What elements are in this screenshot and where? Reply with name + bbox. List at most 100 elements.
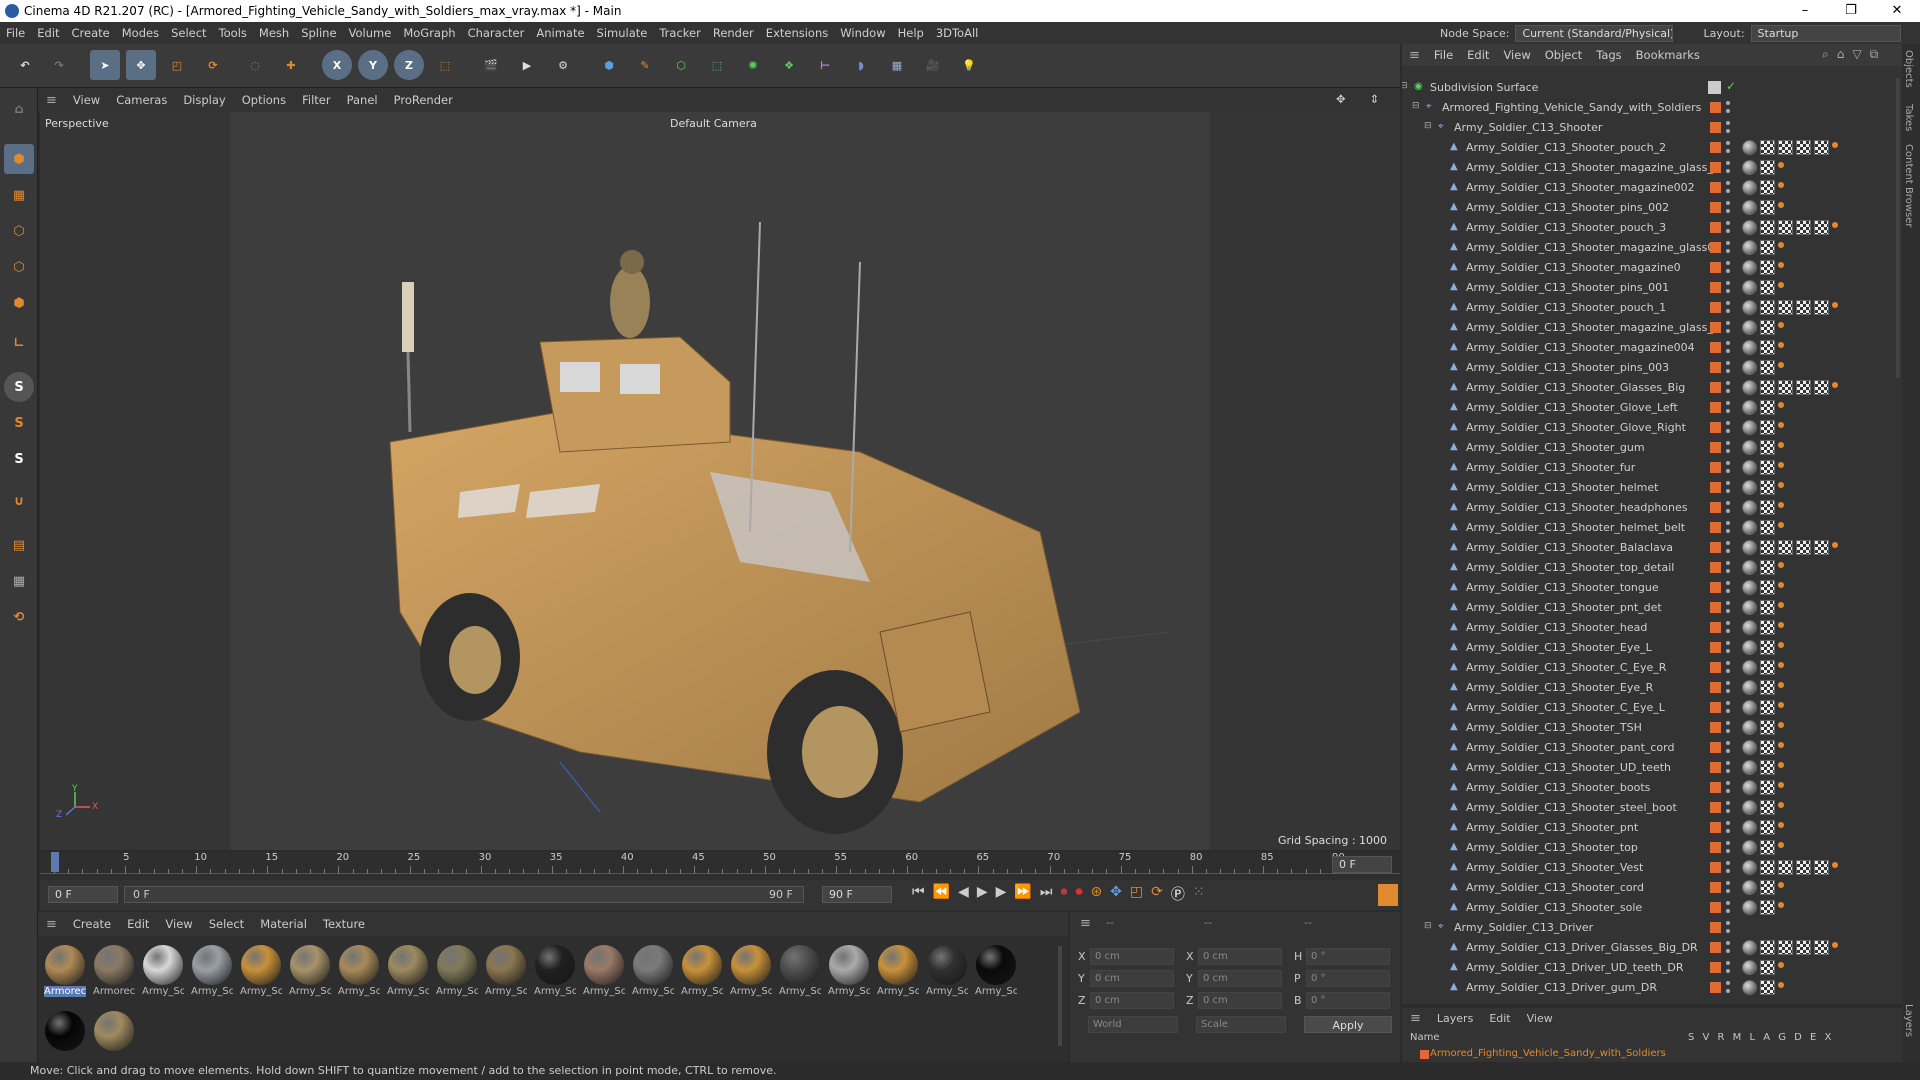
- editor-visibility-dot[interactable]: [1726, 901, 1730, 905]
- object-row[interactable]: ▲ Army_Soldier_C13_Driver_UD_teeth_DR: [1402, 958, 1892, 978]
- object-row[interactable]: ▲ Army_Soldier_C13_Shooter_C_Eye_R: [1402, 658, 1892, 678]
- object-row[interactable]: ▲ Army_Soldier_C13_Shooter_pant_cord: [1402, 738, 1892, 758]
- menu-help[interactable]: Help: [898, 26, 924, 40]
- render-visibility-dot[interactable]: [1726, 169, 1730, 173]
- object-row[interactable]: ▲ Army_Soldier_C13_Shooter_magazine_glass…: [1402, 318, 1892, 338]
- render-visibility-dot[interactable]: [1726, 229, 1730, 233]
- material-swatch[interactable]: Army_Sc: [975, 944, 1017, 1006]
- material-menu-view[interactable]: View: [165, 917, 192, 931]
- texture-tag-icon[interactable]: [1760, 720, 1775, 735]
- side-tab-objects[interactable]: Objects: [1903, 50, 1914, 88]
- material-menu-create[interactable]: Create: [73, 917, 111, 931]
- coord-y-size-field[interactable]: 0 cm: [1198, 970, 1282, 987]
- layer-color-square[interactable]: [1710, 162, 1721, 173]
- menu-animate[interactable]: Animate: [536, 26, 584, 40]
- phong-tag-icon[interactable]: [1778, 462, 1784, 468]
- material-menu-material[interactable]: Material: [260, 917, 307, 931]
- material-swatch[interactable]: Armorec: [44, 944, 86, 1006]
- render-visibility-dot[interactable]: [1726, 309, 1730, 313]
- autokey-icon[interactable]: ⏺: [1075, 884, 1082, 906]
- expand-toggle-icon[interactable]: ⊟: [1424, 121, 1436, 133]
- material-tag-icon[interactable]: [1742, 160, 1757, 175]
- menu-extensions[interactable]: Extensions: [766, 26, 828, 40]
- material-tag-icon[interactable]: [1742, 420, 1757, 435]
- timeline-ruler[interactable]: 0510152025303540455055606570758085900 F: [40, 852, 1400, 880]
- texture-tag-icon[interactable]: [1760, 880, 1775, 895]
- object-row[interactable]: ▲ Army_Soldier_C13_Shooter_UD_teeth: [1402, 758, 1892, 778]
- editor-visibility-dot[interactable]: [1726, 821, 1730, 825]
- render-visibility-dot[interactable]: [1726, 429, 1730, 433]
- layer-color-square[interactable]: [1710, 862, 1721, 873]
- object-row[interactable]: ▲ Army_Soldier_C13_Shooter_helmet_belt: [1402, 518, 1892, 538]
- layer-color-square[interactable]: [1710, 382, 1721, 393]
- object-row[interactable]: ▲ Army_Soldier_C13_Shooter_helmet: [1402, 478, 1892, 498]
- render-visibility-dot[interactable]: [1726, 789, 1730, 793]
- layer-color-square[interactable]: [1710, 122, 1721, 133]
- texture-tag-icon[interactable]: [1760, 340, 1775, 355]
- texture-tag-icon[interactable]: [1796, 380, 1811, 395]
- object-menu-icon[interactable]: ≡: [1409, 48, 1420, 63]
- next-key-icon[interactable]: ⏩: [1014, 884, 1031, 906]
- phong-tag-icon[interactable]: [1778, 402, 1784, 408]
- material-swatch[interactable]: Army_Sc: [926, 944, 968, 1006]
- texture-tag-icon[interactable]: [1778, 940, 1793, 955]
- material-tag-icon[interactable]: [1742, 200, 1757, 215]
- object-row[interactable]: ▲ Army_Soldier_C13_Shooter_pnt_det: [1402, 598, 1892, 618]
- render-visibility-dot[interactable]: [1726, 909, 1730, 913]
- material-swatch[interactable]: Armorec: [93, 944, 135, 1006]
- material-menu-texture[interactable]: Texture: [323, 917, 365, 931]
- menu-mograph[interactable]: MoGraph: [403, 26, 455, 40]
- layer-color-square[interactable]: [1710, 142, 1721, 153]
- render-visibility-dot[interactable]: [1726, 389, 1730, 393]
- editor-visibility-dot[interactable]: [1726, 221, 1730, 225]
- texture-tag-icon[interactable]: [1796, 140, 1811, 155]
- material-tag-icon[interactable]: [1742, 640, 1757, 655]
- editor-visibility-dot[interactable]: [1726, 141, 1730, 145]
- texture-tag-icon[interactable]: [1760, 660, 1775, 675]
- material-swatch[interactable]: Army_Sc: [583, 944, 625, 1006]
- camera-label[interactable]: Default Camera: [670, 117, 757, 130]
- layer-color-square[interactable]: [1710, 182, 1721, 193]
- render-visibility-dot[interactable]: [1726, 209, 1730, 213]
- material-swatch[interactable]: Army_Sc: [240, 944, 282, 1006]
- phong-tag-icon[interactable]: [1778, 902, 1784, 908]
- layer-color-square[interactable]: [1710, 542, 1721, 553]
- material-tag-icon[interactable]: [1742, 440, 1757, 455]
- object-menu-tags[interactable]: Tags: [1596, 48, 1621, 62]
- texture-tag-icon[interactable]: [1814, 220, 1829, 235]
- menu-tools[interactable]: Tools: [219, 26, 247, 40]
- material-tag-icon[interactable]: [1742, 460, 1757, 475]
- render-visibility-dot[interactable]: [1726, 469, 1730, 473]
- editor-visibility-dot[interactable]: [1726, 981, 1730, 985]
- move-tool-icon[interactable]: ✥: [126, 50, 156, 80]
- layer-color-square[interactable]: [1710, 282, 1721, 293]
- editor-visibility-dot[interactable]: [1726, 881, 1730, 885]
- menu-mesh[interactable]: Mesh: [259, 26, 289, 40]
- editor-visibility-dot[interactable]: [1726, 261, 1730, 265]
- phong-tag-icon[interactable]: [1778, 662, 1784, 668]
- object-row[interactable]: ▲ Army_Soldier_C13_Shooter_magazine002: [1402, 178, 1892, 198]
- viewport-menu-cameras[interactable]: Cameras: [116, 93, 167, 107]
- render-visibility-dot[interactable]: [1726, 409, 1730, 413]
- layer-color-square[interactable]: [1710, 102, 1721, 113]
- editor-visibility-dot[interactable]: [1726, 621, 1730, 625]
- texture-tag-icon[interactable]: [1760, 200, 1775, 215]
- editor-visibility-dot[interactable]: [1726, 721, 1730, 725]
- texture-tag-icon[interactable]: [1814, 300, 1829, 315]
- menu-spline[interactable]: Spline: [301, 26, 336, 40]
- minimize-button[interactable]: –: [1782, 0, 1828, 22]
- render-visibility-dot[interactable]: [1726, 729, 1730, 733]
- texture-mode-icon[interactable]: ▦: [4, 180, 34, 210]
- material-tag-icon[interactable]: [1742, 940, 1757, 955]
- y-axis-lock-icon[interactable]: Y: [358, 50, 388, 80]
- editor-visibility-dot[interactable]: [1726, 541, 1730, 545]
- material-tag-icon[interactable]: [1742, 840, 1757, 855]
- coords-menu-icon[interactable]: ≡: [1080, 916, 1091, 931]
- start-frame-field[interactable]: 0 F: [48, 886, 118, 903]
- object-row[interactable]: ▲ Army_Soldier_C13_Shooter_pouch_3: [1402, 218, 1892, 238]
- layer-color-square[interactable]: [1710, 662, 1721, 673]
- object-row[interactable]: ▲ Army_Soldier_C13_Shooter_sole: [1402, 898, 1892, 918]
- layer-color-square[interactable]: [1710, 302, 1721, 313]
- phong-tag-icon[interactable]: [1832, 142, 1838, 148]
- viewport-menu-display[interactable]: Display: [183, 93, 225, 107]
